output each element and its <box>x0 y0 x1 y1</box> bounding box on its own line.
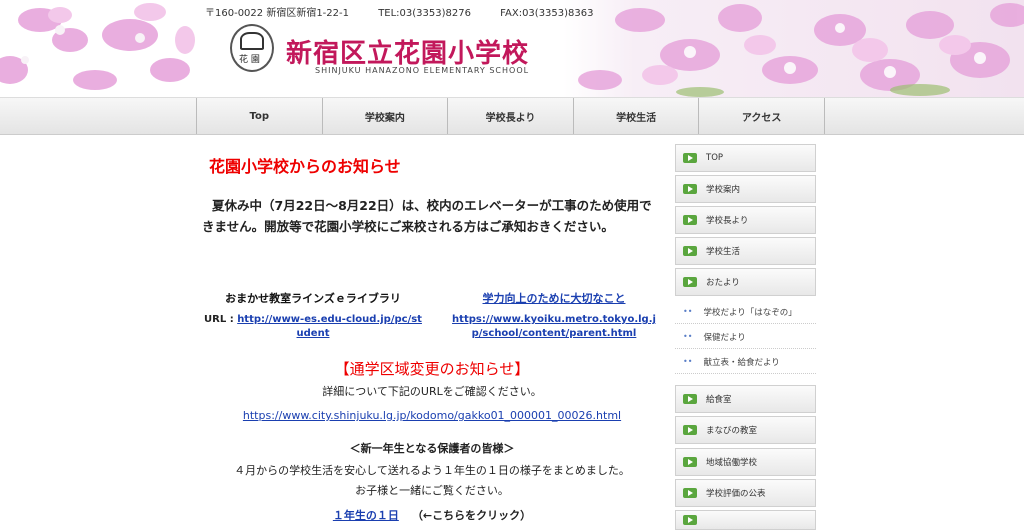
district-text: 詳細について下記のURLをご確認ください。 <box>322 385 542 398</box>
sidebar-sub-menu[interactable]: •• 献立表・給食だより <box>675 350 816 374</box>
contact-info: 〒160-0022 新宿区新宿1-22-1 TEL:03(3353)8276 F… <box>205 4 620 19</box>
sidebar-sub-label: 献立表・給食だより <box>703 357 780 368</box>
study-tips-block: 学力向上のために大切なこと https://www.kyoiku.metro.t… <box>448 290 660 341</box>
tel: TEL:03(3353)8276 <box>378 8 471 19</box>
arrow-right-icon <box>683 184 697 194</box>
arrow-right-icon <box>683 515 697 525</box>
district-link[interactable]: https://www.city.shinjuku.lg.jp/kodomo/g… <box>243 409 621 422</box>
arrow-right-icon <box>683 215 697 225</box>
sidebar-item-top[interactable]: TOP <box>675 144 816 172</box>
school-name-en: SHINJUKU HANAZONO ELEMENTARY SCHOOL <box>315 66 530 75</box>
district-change-block: 【通学区域変更のお知らせ】 詳細について下記のURLをご確認ください。 http… <box>202 358 662 423</box>
sidebar-sub-hanazono[interactable]: •• 学校だより「はなぞの」 <box>675 300 816 324</box>
district-heading: 【通学区域変更のお知らせ】 <box>334 360 530 378</box>
sidebar-item-label: 学校長より <box>706 216 749 226</box>
arrow-right-icon <box>683 246 697 256</box>
nav-principal[interactable]: 学校長より <box>448 98 574 134</box>
bullet-icon: •• <box>683 307 693 316</box>
sidebar-item-label: 学校生活 <box>706 247 741 257</box>
address: 〒160-0022 新宿区新宿1-22-1 <box>205 8 349 19</box>
arrow-right-icon <box>683 457 697 467</box>
first-grade-link[interactable]: １年生の１日 <box>333 509 399 522</box>
sidebar-sub-label: 保健だより <box>703 332 746 343</box>
site-header: 〒160-0022 新宿区新宿1-22-1 TEL:03(3353)8276 F… <box>0 0 1024 97</box>
sidebar-item-label: まなびの教室 <box>706 426 758 436</box>
sidebar-item-school-guide[interactable]: 学校案内 <box>675 175 816 203</box>
school-name[interactable]: 新宿区立花園小学校 <box>286 33 529 70</box>
sidebar-item-partial[interactable] <box>675 510 816 530</box>
sidebar-sub-health[interactable]: •• 保健だより <box>675 325 816 349</box>
elibrary-block: おまかせ教室ラインズｅライブラリ URL : http://www-es.edu… <box>202 290 424 341</box>
arrow-right-icon <box>683 277 697 287</box>
sidebar-item-community[interactable]: 地域協働学校 <box>675 448 816 476</box>
bullet-icon: •• <box>683 357 693 366</box>
study-tips-heading[interactable]: 学力向上のために大切なこと <box>448 290 660 306</box>
arrow-right-icon <box>683 394 697 404</box>
sidebar-item-kitchen[interactable]: 給食室 <box>675 385 816 413</box>
global-nav: Top 学校案内 学校長より 学校生活 アクセス <box>0 97 1024 135</box>
sidebar-item-label: 学校評価の公表 <box>706 489 766 499</box>
sidebar-item-label: TOP <box>706 153 724 163</box>
sidebar-item-label: おたより <box>706 278 740 288</box>
arrow-right-icon <box>683 153 697 163</box>
first-grade-heading: ＜新一年生となる保護者の皆様＞ <box>349 442 515 455</box>
first-grade-block: ＜新一年生となる保護者の皆様＞ ４月からの学校生活を安心して送れるよう１年生の１… <box>202 440 662 523</box>
elevator-notice: 夏休み中（7月22日〜8月22日）は、校内のエレベーターが工事のため使用できませ… <box>202 198 652 234</box>
sidebar-item-newsletters[interactable]: おたより <box>675 268 816 296</box>
nav-top[interactable]: Top <box>197 98 323 134</box>
first-grade-line2: お子様と一緒にご覧ください。 <box>355 484 509 497</box>
sidebar-item-label: 学校案内 <box>706 185 741 195</box>
bullet-icon: •• <box>683 332 693 341</box>
arrow-right-icon <box>683 425 697 435</box>
sidebar-item-label: 給食室 <box>706 395 732 405</box>
study-tips-link[interactable]: https://www.kyoiku.metro.tokyo.lg.jp/sch… <box>452 314 656 339</box>
sidebar-sub-label: 学校だより「はなぞの」 <box>703 307 797 318</box>
nav-access[interactable]: アクセス <box>699 98 825 134</box>
sidebar-item-school-life[interactable]: 学校生活 <box>675 237 816 265</box>
sidebar-item-principal[interactable]: 学校長より <box>675 206 816 234</box>
nav-school-guide[interactable]: 学校案内 <box>323 98 449 134</box>
first-grade-line1: ４月からの学校生活を安心して送れるよう１年生の１日の様子をまとめました。 <box>234 464 630 477</box>
click-hint: （←こちらをクリック） <box>411 509 532 522</box>
school-emblem-icon[interactable]: 花 園 <box>230 24 274 72</box>
elibrary-heading: おまかせ教室ラインズｅライブラリ <box>225 292 401 305</box>
url-prefix: URL : <box>204 314 238 325</box>
sidebar-item-manabi[interactable]: まなびの教室 <box>675 416 816 444</box>
fax: FAX:03(3353)8363 <box>500 8 594 19</box>
news-title: 花園小学校からのお知らせ <box>209 157 401 176</box>
sidebar-item-label: 地域協働学校 <box>706 458 758 468</box>
arrow-right-icon <box>683 488 697 498</box>
nav-school-life[interactable]: 学校生活 <box>574 98 700 134</box>
emblem-text: 花 園 <box>239 55 260 65</box>
elibrary-link[interactable]: http://www-es.edu-cloud.jp/pc/student <box>237 314 422 339</box>
sidebar-item-evaluation[interactable]: 学校評価の公表 <box>675 479 816 507</box>
